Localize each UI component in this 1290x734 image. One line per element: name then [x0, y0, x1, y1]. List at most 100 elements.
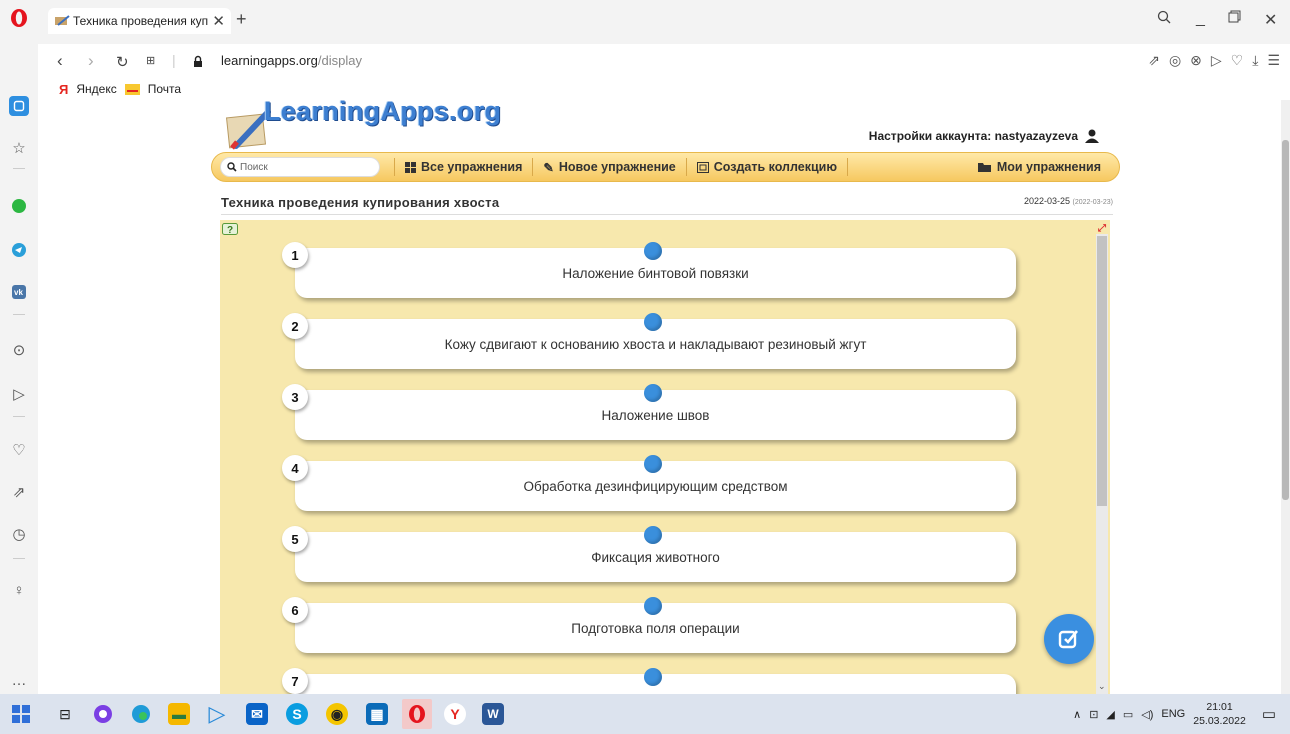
adblock-icon[interactable]: ⊗	[1190, 52, 1202, 69]
minimize-icon[interactable]: _	[1196, 10, 1205, 28]
bookmark-yandex[interactable]: Яндекс	[76, 82, 116, 96]
site-logo[interactable]: LearningApps.org	[220, 96, 520, 152]
sort-item-card[interactable]: 4 Обработка дезинфицирующим средством	[282, 455, 1016, 511]
vk-icon[interactable]: vk	[9, 282, 29, 302]
battery-icon[interactable]: ▭	[1123, 708, 1133, 721]
connector-dot[interactable]	[644, 668, 662, 686]
connector-dot[interactable]	[644, 384, 662, 402]
page-scroll-thumb[interactable]	[1282, 140, 1289, 500]
flow-sidebar-icon[interactable]: ▷	[9, 384, 29, 404]
page-title: Техника проведения купирования хвоста	[221, 195, 500, 210]
exercise-title-row: Техника проведения купирования хвоста 20…	[221, 193, 1113, 215]
search-input[interactable]: Поиск	[220, 157, 380, 177]
clock[interactable]: 21:01 25.03.2022	[1193, 700, 1246, 728]
sort-item-card[interactable]: 2 Кожу сдвигают к основанию хвоста и нак…	[282, 313, 1016, 369]
personal-news-icon[interactable]: ⇗	[9, 482, 29, 502]
close-tab-icon[interactable]: ✕	[212, 12, 225, 30]
close-window-icon[interactable]: ✕	[1264, 10, 1277, 30]
telegram-icon[interactable]	[9, 240, 29, 260]
alice-icon[interactable]	[92, 703, 114, 725]
check-answer-button[interactable]	[1044, 614, 1094, 664]
speed-dial-icon[interactable]: ⊞	[146, 54, 155, 67]
store-icon[interactable]: ▦	[366, 703, 388, 725]
help-icon[interactable]: ?	[222, 223, 238, 237]
windows-start-icon[interactable]	[10, 703, 32, 725]
notifications-icon[interactable]: ▭	[1262, 705, 1276, 723]
connector-dot[interactable]	[644, 242, 662, 260]
lucid-mode-icon[interactable]: ♀	[9, 580, 29, 600]
game-icon[interactable]: ◉	[326, 703, 348, 725]
opera-logo-icon[interactable]	[9, 7, 29, 29]
media-player-icon[interactable]: ▷	[206, 701, 228, 726]
my-exercises-button[interactable]: Мои упражнения	[977, 160, 1101, 174]
my-exercises-label: Мои упражнения	[996, 160, 1101, 174]
favorites-icon[interactable]: ♡	[9, 440, 29, 460]
all-exercises-button[interactable]: Все упражнения	[394, 158, 534, 176]
easy-setup-icon[interactable]: ☰	[1267, 52, 1280, 69]
connector-dot[interactable]	[644, 526, 662, 544]
url-domain: learningapps.org	[221, 53, 318, 68]
new-tab-icon[interactable]: +	[236, 9, 247, 30]
volume-icon[interactable]: ◁)	[1141, 708, 1153, 721]
connector-dot[interactable]	[644, 455, 662, 473]
network-icon[interactable]: ◢	[1106, 708, 1114, 721]
flow-icon[interactable]: ▷	[1211, 52, 1222, 69]
tray-expand-icon[interactable]: ∧	[1073, 708, 1081, 721]
item-number: 5	[282, 526, 308, 552]
history-icon[interactable]: ◷	[9, 524, 29, 544]
tab-title: Техника проведения купи	[73, 14, 209, 28]
home-icon[interactable]	[9, 96, 29, 116]
more-icon[interactable]: …	[9, 670, 29, 690]
sort-item-card[interactable]: 6 Подготовка поля операции	[282, 597, 1016, 653]
lock-icon[interactable]	[193, 53, 203, 73]
page-scrollbar[interactable]	[1281, 100, 1290, 694]
item-number: 1	[282, 242, 308, 268]
snapshot-icon[interactable]: ◎	[1169, 52, 1181, 69]
scroll-down-icon[interactable]: ⌄	[1098, 681, 1106, 692]
address-bar: ‹ › ↻ ⊞ | learningapps.org/display ⇗ ◎ ⊗…	[0, 44, 1290, 78]
player-icon[interactable]: ⊙	[9, 340, 29, 360]
meet-now-icon[interactable]: ⊡	[1089, 708, 1098, 721]
heart-icon[interactable]: ♡	[1231, 52, 1244, 69]
url-field[interactable]: learningapps.org/display	[221, 53, 362, 68]
whatsapp-icon[interactable]	[9, 196, 29, 216]
exercise-scroll-thumb[interactable]	[1097, 236, 1107, 506]
sort-item-card[interactable]: 3 Наложение швов	[282, 384, 1016, 440]
exercise-scrollbar[interactable]: ⌄	[1096, 234, 1108, 694]
bookmark-mail[interactable]: Почта	[148, 82, 181, 96]
system-tray: ∧ ⊡ ◢ ▭ ◁) ENG 21:01 25.03.2022 ▭	[1073, 700, 1276, 728]
sort-item-card[interactable]: 1 Наложение бинтовой повязки	[282, 242, 1016, 298]
edge-icon[interactable]	[130, 703, 152, 725]
yandex-browser-icon[interactable]: Y	[444, 703, 466, 725]
item-number: 3	[282, 384, 308, 410]
item-text: Фиксация животного	[591, 549, 720, 565]
download-icon[interactable]: ⤓	[1252, 52, 1258, 69]
share-icon[interactable]: ⇗	[1148, 52, 1160, 69]
file-explorer-icon[interactable]: ▬	[168, 703, 190, 725]
connector-dot[interactable]	[644, 313, 662, 331]
bookmarks-icon[interactable]: ☆	[9, 138, 29, 158]
forward-icon[interactable]: ›	[88, 51, 94, 71]
language-indicator[interactable]: ENG	[1161, 708, 1185, 720]
item-number: 2	[282, 313, 308, 339]
fullscreen-icon[interactable]: ⤢	[1098, 223, 1106, 234]
skype-icon[interactable]: S	[286, 703, 308, 725]
reload-icon[interactable]: ↻	[116, 53, 129, 71]
sort-item-card[interactable]: 7	[282, 668, 1016, 694]
search-tabs-icon[interactable]	[1157, 10, 1171, 29]
back-icon[interactable]: ‹	[57, 51, 63, 71]
sort-item-card[interactable]: 5 Фиксация животного	[282, 526, 1016, 582]
new-exercise-button[interactable]: ✎ Новое упражнение	[533, 158, 687, 176]
search-icon	[227, 162, 237, 172]
opera-taskbar-icon[interactable]	[402, 699, 432, 729]
separator: |	[172, 52, 176, 68]
task-view-icon[interactable]: ⊟	[54, 703, 76, 725]
account-settings[interactable]: Настройки аккаунта: nastyazayzeva	[869, 129, 1100, 143]
word-icon[interactable]: W	[482, 703, 504, 725]
create-collection-button[interactable]: Создать коллекцию	[687, 158, 849, 176]
mail-app-icon[interactable]: ✉	[246, 703, 268, 725]
new-exercise-label: Новое упражнение	[558, 160, 676, 174]
restore-icon[interactable]	[1228, 10, 1241, 28]
browser-tab[interactable]: Техника проведения купи ✕	[48, 8, 231, 34]
connector-dot[interactable]	[644, 597, 662, 615]
